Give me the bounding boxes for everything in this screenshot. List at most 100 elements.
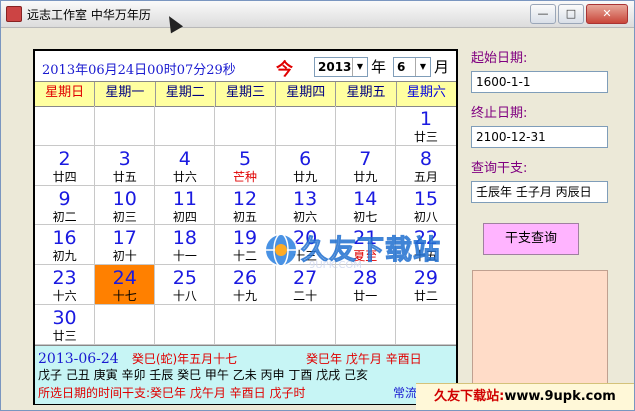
day-cell[interactable]: 9 初二	[35, 185, 96, 226]
day-number: 8	[419, 147, 432, 170]
site-badge: 久友下载站:www.9upk.com	[416, 383, 634, 410]
day-cell[interactable]: 8 五月	[395, 146, 456, 186]
empty-cell	[155, 106, 216, 146]
info-hours: 戊子 己丑 庚寅 辛卯 壬辰 癸巳 甲午 乙未 丙申 丁酉 戊戌 己亥	[38, 368, 368, 382]
weekday-sun: 星期日	[35, 82, 96, 106]
year-select[interactable]: 2013 ▼	[314, 57, 368, 77]
day-cell[interactable]: 3 廿五	[95, 145, 156, 186]
chevron-down-icon[interactable]: ▼	[415, 58, 430, 76]
day-cell[interactable]: 10 初三	[95, 185, 156, 226]
lunar-date: 初八	[413, 209, 438, 224]
empty-cell	[215, 305, 276, 345]
day-cell[interactable]: 1 廿三	[395, 106, 456, 146]
chevron-down-icon[interactable]: ▼	[352, 58, 367, 76]
day-number: 30	[52, 307, 77, 330]
day-number: 11	[172, 187, 197, 210]
month-suffix: 月	[434, 58, 450, 76]
day-cell[interactable]: 23 十六	[35, 265, 96, 306]
day-cell[interactable]: 4 廿六	[155, 145, 216, 186]
lunar-date: 初七	[353, 209, 378, 224]
query-ganzhi-label: 查询干支:	[471, 161, 528, 176]
lunar-date: 五月	[413, 169, 438, 184]
end-date-input[interactable]: 2100-12-31	[471, 126, 608, 148]
weekday-fri: 星期五	[336, 82, 397, 106]
watermark-sub: 9UPK.COM	[309, 260, 362, 271]
day-number: 10	[112, 187, 137, 210]
lunar-date: 廿六	[172, 169, 197, 184]
day-cell[interactable]: 24 十七	[95, 265, 156, 306]
lunar-date: 初五	[232, 209, 257, 224]
start-date-input[interactable]: 1600-1-1	[471, 71, 608, 93]
day-number: 17	[112, 227, 137, 250]
day-cell[interactable]: 15 初八	[395, 186, 456, 226]
empty-cell	[215, 106, 276, 146]
watermark: 久友下载站 9UPK.COM	[263, 226, 448, 276]
day-cell[interactable]: 5 芒种	[215, 145, 276, 186]
info-selected-label: 所选日期的时间干支:	[38, 386, 151, 400]
day-cell[interactable]: 18 十一	[155, 225, 216, 266]
window-controls: — □ ✕	[530, 4, 628, 24]
day-cell[interactable]: 7 廿九	[335, 145, 396, 186]
year-value: 2013	[318, 60, 352, 74]
day-number: 13	[293, 187, 318, 210]
maximize-button[interactable]: □	[558, 4, 584, 24]
day-number: 16	[52, 227, 77, 250]
lunar-date: 廿二	[413, 289, 438, 304]
lunar-date: 廿四	[52, 169, 77, 184]
month-value: 6	[397, 60, 406, 74]
day-cell[interactable]: 12 初五	[215, 185, 276, 226]
lunar-date: 廿三	[52, 329, 77, 344]
end-date-label: 终止日期:	[471, 106, 528, 121]
month-select[interactable]: 6 ▼	[393, 57, 431, 77]
empty-cell	[155, 305, 216, 345]
start-date-label: 起始日期:	[471, 51, 528, 66]
day-number: 1	[419, 108, 432, 130]
day-cell[interactable]: 13 初六	[275, 185, 336, 226]
day-number: 15	[413, 187, 438, 210]
weekday-sat: 星期六	[406, 85, 446, 100]
calendar-header: 2013年06月24日00时07分29秒 今 2013 ▼ 年 6 ▼ 月	[35, 51, 456, 81]
day-number: 4	[178, 147, 191, 170]
weekday-wed: 星期三	[216, 82, 277, 106]
query-ganzhi-input[interactable]: 壬辰年 壬子月 丙辰日	[471, 181, 608, 203]
lunar-date: 十六	[52, 289, 77, 304]
day-cell[interactable]: 2 廿四	[35, 145, 96, 186]
minimize-button[interactable]: —	[530, 4, 556, 24]
day-number: 18	[172, 227, 197, 250]
app-window: 远志工作室 中华万年历 — □ ✕ 2013年06月24日00时07分29秒 今…	[0, 0, 635, 411]
calendar-panel: 2013年06月24日00时07分29秒 今 2013 ▼ 年 6 ▼ 月 星期…	[33, 49, 458, 405]
lunar-date: 初四	[172, 209, 197, 224]
day-number: 7	[359, 147, 372, 170]
lunar-date: 初二	[52, 209, 77, 224]
badge-site: www.9upk.com	[504, 389, 616, 404]
info-panel: 2013-06-24 癸巳(蛇)年五月十七 癸巳年 戊午月 辛酉日 戊子 己丑 …	[35, 345, 456, 404]
globe-icon	[264, 233, 298, 267]
lunar-date: 廿一	[353, 289, 378, 304]
info-date-line: 2013-06-24 癸巳(蛇)年五月十七	[38, 348, 237, 367]
day-cell[interactable]: 25 十八	[155, 265, 216, 306]
close-button[interactable]: ✕	[586, 4, 628, 24]
day-cell[interactable]: 17 初十	[95, 225, 156, 266]
empty-cell	[275, 305, 336, 345]
info-date: 2013-06-24	[38, 351, 119, 367]
lunar-date: 十八	[172, 289, 197, 304]
day-cell[interactable]: 14 初七	[335, 185, 396, 226]
day-number: 2	[58, 147, 71, 170]
day-cell[interactable]: 16 初九	[35, 225, 96, 266]
year-suffix: 年	[371, 58, 387, 76]
day-cell[interactable]: 6 廿九	[275, 145, 336, 186]
info-selected-line: 所选日期的时间干支:癸巳年 戊午月 辛酉日 戊子时	[38, 384, 306, 401]
title-bar[interactable]: 远志工作室 中华万年历 — □ ✕	[1, 1, 634, 28]
window-title: 远志工作室 中华万年历	[27, 8, 151, 22]
day-number: 25	[172, 267, 197, 290]
lunar-date: 初三	[112, 209, 137, 224]
day-cell[interactable]: 30 廿三	[35, 305, 96, 345]
day-number: 6	[299, 147, 312, 170]
today-button[interactable]: 今	[276, 55, 293, 80]
day-cell[interactable]: 11 初四	[155, 185, 216, 226]
lunar-date: 十七	[112, 289, 137, 304]
ganzhi-query-button[interactable]: 干支查询	[483, 223, 579, 255]
lunar-date: 芒种	[232, 169, 257, 184]
day-number: 5	[238, 147, 252, 170]
lunar-date: 廿三	[413, 130, 438, 144]
